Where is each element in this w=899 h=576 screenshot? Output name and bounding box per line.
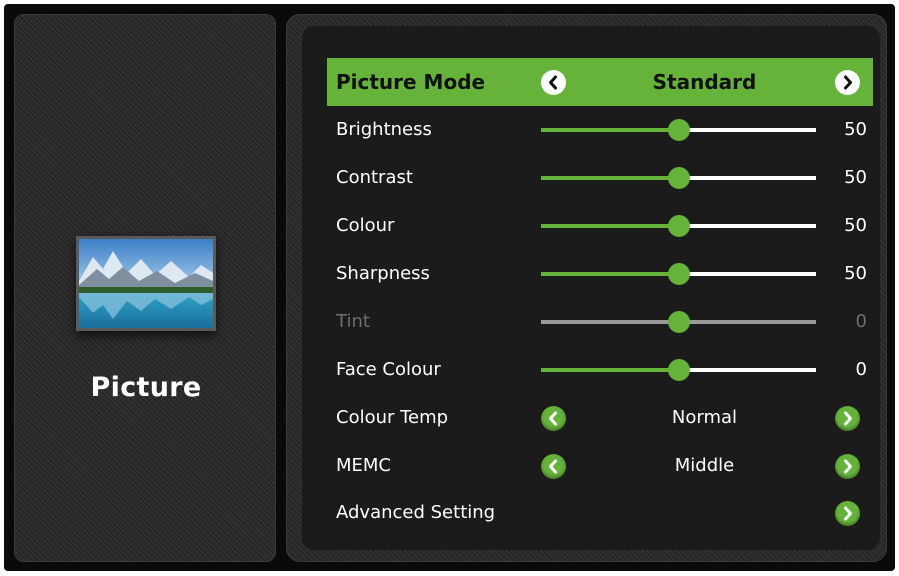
colour-slider-fill: [541, 224, 679, 228]
chevron-left-icon[interactable]: [541, 454, 566, 479]
contrast-slider[interactable]: [541, 167, 816, 189]
memc-value: Middle: [674, 455, 735, 476]
colour-temp-label: Colour Temp: [336, 407, 449, 428]
brightness-value: 50: [844, 119, 867, 140]
brightness-label: Brightness: [336, 119, 432, 140]
face-colour-value: 0: [855, 359, 867, 380]
face-colour-slider-knob[interactable]: [667, 359, 690, 381]
chevron-right-icon[interactable]: [835, 406, 860, 431]
colour-temp-value: Normal: [671, 407, 738, 428]
colour-value: 50: [844, 215, 867, 236]
face-colour-label: Face Colour: [336, 359, 441, 380]
tint-label: Tint: [336, 311, 370, 332]
sharpness-slider[interactable]: [541, 263, 816, 285]
colour-row[interactable]: Colour 50: [327, 202, 873, 250]
contrast-slider-fill: [541, 176, 679, 180]
contrast-value: 50: [844, 167, 867, 188]
memc-label: MEMC: [336, 455, 392, 476]
contrast-slider-knob[interactable]: [667, 167, 690, 189]
face-colour-slider-fill: [541, 368, 679, 372]
picture-mode-label: Picture Mode: [336, 70, 486, 94]
contrast-row[interactable]: Contrast 50: [327, 154, 873, 202]
sharpness-label: Sharpness: [336, 263, 430, 284]
colour-slider[interactable]: [541, 215, 816, 237]
memc-row[interactable]: MEMC Middle: [327, 442, 873, 490]
sharpness-row[interactable]: Sharpness 50: [327, 250, 873, 298]
colour-label: Colour: [336, 215, 395, 236]
picture-category-icon: [76, 236, 216, 331]
chevron-left-icon[interactable]: [541, 70, 566, 95]
tint-row: Tint 0: [327, 298, 873, 346]
category-panel: Picture: [14, 14, 276, 562]
face-colour-slider[interactable]: [541, 359, 816, 381]
brightness-slider[interactable]: [541, 119, 816, 141]
face-colour-row[interactable]: Face Colour 0: [327, 346, 873, 394]
contrast-label: Contrast: [336, 167, 413, 188]
picture-mode-row[interactable]: Picture Mode Standard: [327, 58, 873, 106]
sharpness-slider-fill: [541, 272, 679, 276]
sharpness-slider-knob[interactable]: [667, 263, 690, 285]
colour-slider-knob[interactable]: [667, 215, 690, 237]
sharpness-value: 50: [844, 263, 867, 284]
picture-mode-value: Standard: [652, 70, 757, 94]
chevron-right-icon[interactable]: [835, 454, 860, 479]
brightness-slider-fill: [541, 128, 679, 132]
colour-temp-row[interactable]: Colour Temp Normal: [327, 394, 873, 442]
brightness-slider-knob[interactable]: [667, 119, 690, 141]
tint-slider: [541, 311, 816, 333]
chevron-right-icon[interactable]: [835, 501, 860, 526]
advanced-setting-label: Advanced Setting: [336, 502, 496, 523]
chevron-right-icon[interactable]: [835, 70, 860, 95]
advanced-setting-row[interactable]: Advanced Setting: [327, 489, 873, 537]
tint-slider-fill: [541, 320, 679, 324]
brightness-row[interactable]: Brightness 50: [327, 106, 873, 154]
tint-slider-knob: [667, 311, 690, 333]
tint-value: 0: [855, 311, 867, 332]
chevron-left-icon[interactable]: [541, 406, 566, 431]
category-title: Picture: [90, 372, 202, 403]
